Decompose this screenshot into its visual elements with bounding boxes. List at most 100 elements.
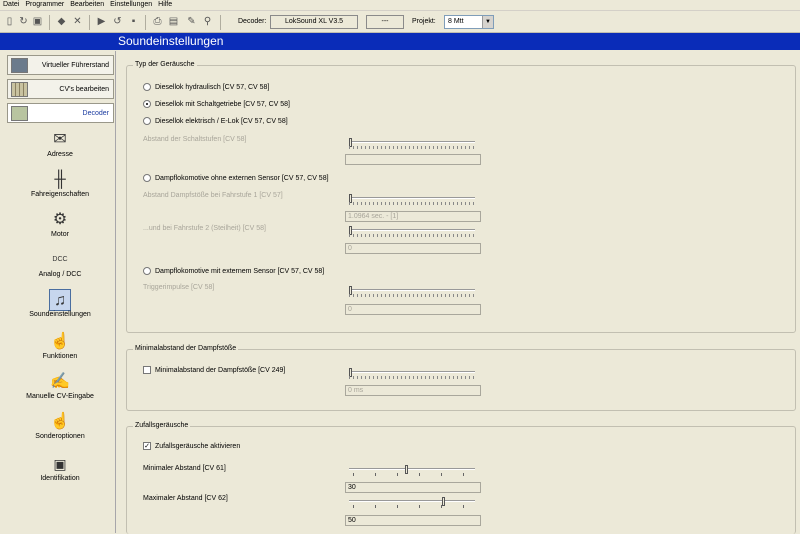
sidebar-item-label: Manuelle CV-Eingabe	[26, 393, 94, 400]
dampf1-value: 1.0964 sec. - [1]	[345, 211, 481, 222]
radio-label: Diesellok elektrisch / E-Lok [CV 57, CV …	[155, 117, 288, 125]
toolbar-separator	[145, 15, 146, 30]
sidebar-item-label: Identifikation	[40, 475, 80, 482]
sidebar-item-motor[interactable]: ⚙ Motor	[6, 209, 114, 249]
abstand-dampf1-label: Abstand Dampfstöße bei Fahrstufe 1 [CV 5…	[143, 192, 283, 199]
grid-icon	[11, 82, 28, 97]
checkbox[interactable]	[143, 366, 151, 374]
document-icon[interactable]: ▤	[167, 15, 180, 28]
typ-group: Typ der Geräusche Diesellok hydraulisch …	[126, 61, 796, 333]
radio-button[interactable]	[143, 117, 151, 125]
menu-programmer[interactable]: Programmer	[22, 0, 67, 8]
menu-bearbeiten[interactable]: Bearbeiten	[67, 0, 107, 8]
checkbox-label: Minimalabstand der Dampfstöße [CV 249]	[155, 366, 286, 374]
sidebar-item-label: Analog / DCC	[38, 271, 82, 278]
radio-dampf-ohne-sensor[interactable]: Dampflokomotive ohne externen Sensor [CV…	[143, 174, 329, 182]
radio-button[interactable]	[143, 100, 151, 108]
tab-label: Decoder	[82, 110, 109, 117]
sidebar-item-funktionen[interactable]: ☝ Funktionen	[6, 331, 114, 371]
radio-label: Diesellok hydraulisch [CV 57, CV 58]	[155, 83, 270, 91]
tab-cvs-bearbeiten[interactable]: CV's bearbeiten	[7, 79, 114, 99]
play-icon[interactable]: ▶	[95, 15, 108, 28]
tab-label: Virtueller Führerstand	[41, 62, 109, 69]
sidebar-item-fahreigenschaften[interactable]: ╫ Fahreigenschaften	[6, 169, 114, 209]
projekt-label: Projekt:	[412, 18, 436, 25]
sidebar-item-label: Sonderoptionen	[35, 433, 85, 440]
radio-dampf-mit-sensor[interactable]: Dampflokomotive mit externem Sensor [CV …	[143, 267, 324, 275]
toolbar-separator	[220, 15, 221, 30]
projekt-select[interactable]: 8 Mtt ▼	[444, 15, 494, 29]
pause-icon[interactable]: ▪	[127, 15, 140, 28]
toolbar-separator	[49, 15, 50, 30]
radio-diesel-schaltgetriebe[interactable]: Diesellok mit Schaltgetriebe [CV 57, CV …	[143, 100, 290, 108]
dampf2-value: 0	[345, 243, 481, 254]
reload-icon[interactable]: ↺	[111, 15, 124, 28]
save-icon[interactable]: ▣	[31, 15, 44, 28]
minimal-checkbox[interactable]: Minimalabstand der Dampfstöße [CV 249]	[143, 366, 285, 374]
sidebar-item-analog-dcc[interactable]: DCC Analog / DCC	[6, 249, 114, 289]
menu-hilfe[interactable]: Hilfe	[155, 0, 175, 8]
decoder-field: LokSound XL V3.5	[270, 15, 358, 29]
menu-datei[interactable]: Datei	[0, 0, 22, 8]
print-icon[interactable]: ⎙	[151, 15, 164, 28]
sidebar-item-adresse[interactable]: ✉ Adresse	[6, 129, 114, 169]
tab-decoder[interactable]: Decoder	[7, 103, 114, 123]
max-abstand-value[interactable]: 50	[345, 515, 481, 526]
radio-button[interactable]	[143, 267, 151, 275]
radio-diesel-hydraulisch[interactable]: Diesellok hydraulisch [CV 57, CV 58]	[143, 83, 269, 91]
trigger-label: Triggerimpulse [CV 58]	[143, 284, 215, 291]
dcc-icon: DCC	[52, 256, 68, 263]
toolbar-separator	[89, 15, 90, 30]
sidebar-item-label: Soundeinstellungen	[29, 311, 91, 318]
max-abstand-label: Maximaler Abstand [CV 62]	[143, 495, 228, 502]
radio-label: Diesellok mit Schaltgetriebe [CV 57, CV …	[155, 100, 291, 108]
dampf2-slider[interactable]	[349, 226, 477, 238]
zufall-checkbox[interactable]: ✓ Zufallsgeräusche aktivieren	[143, 442, 240, 450]
connect-icon[interactable]: ⚲	[201, 15, 214, 28]
sidebar-item-label: Fahreigenschaften	[31, 191, 89, 198]
sidebar-item-manuelle-cv-eingabe[interactable]: ✍ Manuelle CV-Eingabe	[6, 371, 114, 411]
sidebar-item-soundeinstellungen[interactable]: ♫ Soundeinstellungen	[6, 289, 114, 329]
radio-button[interactable]	[143, 174, 151, 182]
radio-diesel-elektrisch[interactable]: Diesellok elektrisch / E-Lok [CV 57, CV …	[143, 117, 288, 125]
sidebar-item-label: Motor	[51, 231, 69, 238]
chevron-down-icon[interactable]: ▼	[482, 16, 493, 28]
checkbox[interactable]: ✓	[143, 442, 151, 450]
open-icon[interactable]: ↻	[17, 15, 30, 28]
zufall-group: Zufallsgeräusche ✓ Zufallsgeräusche aktiv…	[126, 422, 796, 534]
cancel-icon[interactable]: ✕	[71, 15, 84, 28]
stop-icon[interactable]: ◆	[55, 15, 68, 28]
radio-button[interactable]	[143, 83, 151, 91]
sidebar-item-sonderoptionen[interactable]: ☝ Sonderoptionen	[6, 411, 114, 451]
tools-icon[interactable]: ✎	[185, 15, 198, 28]
minimal-group: Minimalabstand der Dampfstöße Minimalabs…	[126, 345, 796, 411]
typ-legend: Typ der Geräusche	[133, 61, 197, 68]
radio-label: Dampflokomotive ohne externen Sensor [CV…	[155, 174, 329, 182]
trigger-value: 0	[345, 304, 481, 315]
sidebar-item-identifikation[interactable]: ▣ Identifikation	[6, 453, 114, 493]
motor-icon: ⚙	[52, 211, 68, 228]
locomotive-icon	[11, 58, 28, 73]
min-abstand-value[interactable]: 30	[345, 482, 481, 493]
new-icon[interactable]: ▯	[3, 15, 16, 28]
decoder-label: Decoder:	[238, 18, 267, 25]
abstand-schalt-label: Abstand der Schaltstufen [CV 58]	[143, 136, 247, 143]
sliders-icon: ╫	[54, 171, 66, 188]
schaltstufen-value	[345, 154, 481, 165]
dampf1-slider[interactable]	[349, 194, 477, 206]
tab-label: CV's bearbeiten	[59, 86, 109, 93]
schaltstufen-slider[interactable]	[349, 138, 477, 150]
trigger-slider[interactable]	[349, 286, 477, 298]
radio-label: Dampflokomotive mit externem Sensor [CV …	[155, 267, 325, 275]
page-title: Soundeinstellungen	[0, 33, 800, 50]
sidebar-item-label: Adresse	[47, 151, 73, 158]
options-icon: ☝	[50, 413, 70, 430]
tab-virtueller-fuehrerstand[interactable]: Virtueller Führerstand	[7, 55, 114, 75]
min-abstand-label: Minimaler Abstand [CV 61]	[143, 465, 226, 472]
menu-einstellungen[interactable]: Einstellungen	[107, 0, 155, 8]
min-abstand-slider[interactable]	[349, 465, 479, 477]
max-abstand-slider[interactable]	[349, 497, 479, 509]
minimal-slider[interactable]	[349, 368, 477, 380]
music-notes-icon: ♫	[49, 289, 71, 311]
projekt-value: 8 Mtt	[448, 18, 464, 25]
